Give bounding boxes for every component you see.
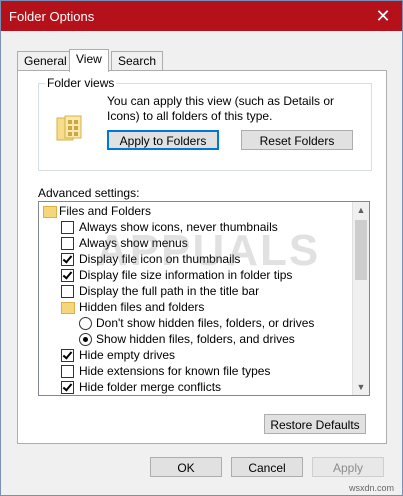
list-item-label: Files and Folders [59,204,152,218]
watermark-logo: APPUALS [96,226,321,275]
list-item-label: Hide folder merge conflicts [79,380,222,394]
list-item-label: Hide empty drives [79,348,176,362]
scroll-up-icon[interactable]: ▲ [353,202,369,218]
checkbox[interactable] [61,269,74,282]
reset-folders-button[interactable]: Reset Folders [241,130,353,150]
folder-options-window: Folder Options ✕ General View Search Fol… [0,0,403,496]
checkbox[interactable] [61,237,74,250]
checkbox[interactable] [61,365,74,378]
checkbox[interactable] [61,381,74,394]
radio-button[interactable] [79,317,92,330]
restore-defaults-button[interactable]: Restore Defaults [264,414,366,434]
checkbox[interactable] [61,349,74,362]
ok-button[interactable]: OK [150,457,222,477]
list-item-label: Don't show hidden files, folders, or dri… [96,316,315,330]
list-item-label: Display the full path in the title bar [79,284,260,298]
view-tab-panel: Folder views You can apply this view (su… [17,70,387,444]
folder-icon [43,206,57,218]
scroll-down-icon[interactable]: ▼ [353,379,369,395]
close-icon[interactable]: ✕ [372,6,394,26]
vertical-scrollbar[interactable]: ▲ ▼ [352,202,369,395]
folder-views-group: Folder views You can apply this view (su… [38,76,372,171]
title-bar: Folder Options ✕ [1,1,402,31]
checkbox[interactable] [61,253,74,266]
checkbox[interactable] [61,221,74,234]
advanced-settings-label: Advanced settings: [38,186,140,200]
checkbox[interactable] [61,285,74,298]
folder-icon [56,115,82,141]
window-title: Folder Options [9,9,95,24]
tab-general[interactable]: General [17,51,74,70]
scroll-thumb[interactable] [355,220,367,280]
cancel-button[interactable]: Cancel [231,457,303,477]
list-item-label: Show hidden files, folders, and drives [96,332,295,346]
list-item-label: Hidden files and folders [79,300,205,314]
folder-icon [61,302,75,314]
site-watermark: wsxdn.com [349,483,395,493]
folder-views-description: You can apply this view (such as Details… [107,94,335,123]
apply-button[interactable]: Apply [312,457,384,477]
tab-view[interactable]: View [69,49,109,72]
folder-views-legend: Folder views [45,76,117,90]
list-item-label: Hide extensions for known file types [79,364,271,378]
tab-search[interactable]: Search [111,51,164,70]
apply-to-folders-button[interactable]: Apply to Folders [107,130,219,150]
radio-button[interactable] [79,333,92,346]
